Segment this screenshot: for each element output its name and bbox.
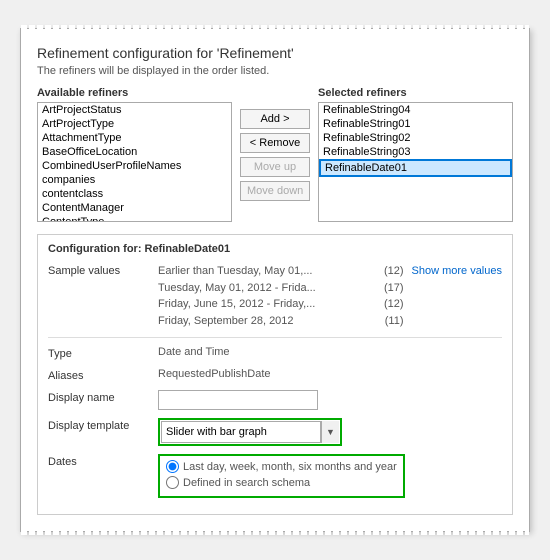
- sample-line: Friday, June 15, 2012 - Friday,... (12): [158, 296, 404, 313]
- sample-line: Tuesday, May 01, 2012 - Frida... (17): [158, 280, 404, 297]
- sample-text: Friday, June 15, 2012 - Friday,...: [158, 296, 315, 313]
- sample-count: (12): [384, 263, 404, 280]
- refiner-selection-section: Available refiners ArtProjectStatus ArtP…: [37, 87, 513, 222]
- sample-text: Tuesday, May 01, 2012 - Frida...: [158, 280, 316, 297]
- available-refiners-box: Available refiners ArtProjectStatus ArtP…: [37, 87, 232, 222]
- dates-wrapper: Last day, week, month, six months and ye…: [158, 454, 405, 498]
- list-item[interactable]: RefinableString04: [319, 103, 512, 117]
- display-template-select[interactable]: Slider with bar graph Multi-value refine…: [161, 421, 321, 443]
- sample-count: (12): [384, 296, 404, 313]
- type-value: Date and Time: [158, 346, 502, 358]
- dates-row: Dates Last day, week, month, six months …: [48, 454, 502, 498]
- dialog-title: Refinement configuration for 'Refinement…: [37, 45, 513, 61]
- list-item[interactable]: RefinableString01: [319, 117, 512, 131]
- list-item[interactable]: RefinableString02: [319, 131, 512, 145]
- display-template-row: Display template Slider with bar graph M…: [48, 418, 502, 446]
- show-more-values-link[interactable]: Show more values: [412, 263, 503, 277]
- list-item[interactable]: ContentType: [38, 215, 231, 222]
- list-item[interactable]: BaseOfficeLocation: [38, 145, 231, 159]
- list-item-selected[interactable]: RefinableDate01: [319, 159, 512, 177]
- sample-count: (11): [385, 313, 404, 330]
- sample-values-list: Earlier than Tuesday, May 01,... (12) Tu…: [158, 263, 404, 329]
- add-button[interactable]: Add >: [240, 109, 310, 129]
- available-refiners-label: Available refiners: [37, 87, 232, 99]
- template-select-wrapper: Slider with bar graph Multi-value refine…: [158, 418, 342, 446]
- config-title: Configuration for: RefinableDate01: [48, 243, 502, 255]
- display-template-label: Display template: [48, 418, 158, 432]
- dates-option1-row: Last day, week, month, six months and ye…: [166, 460, 397, 473]
- refinement-configuration-dialog: Refinement configuration for 'Refinement…: [20, 28, 530, 532]
- move-down-button[interactable]: Move down: [240, 181, 310, 201]
- list-item[interactable]: contentclass: [38, 187, 231, 201]
- available-refiners-listbox[interactable]: ArtProjectStatus ArtProjectType Attachme…: [37, 102, 232, 222]
- sample-text: Friday, September 28, 2012: [158, 313, 294, 330]
- sample-count: (17): [384, 280, 404, 297]
- display-template-value: Slider with bar graph Multi-value refine…: [158, 418, 502, 446]
- dates-option2-row: Defined in search schema: [166, 476, 397, 489]
- type-row: Type Date and Time: [48, 346, 502, 360]
- dates-option2-label: Defined in search schema: [183, 477, 310, 489]
- display-name-row: Display name: [48, 390, 502, 410]
- refiner-action-buttons: Add > < Remove Move up Move down: [240, 87, 310, 222]
- dates-option1-label: Last day, week, month, six months and ye…: [183, 461, 397, 473]
- divider: [48, 337, 502, 338]
- list-item[interactable]: ArtProjectType: [38, 117, 231, 131]
- move-up-button[interactable]: Move up: [240, 157, 310, 177]
- list-item[interactable]: ArtProjectStatus: [38, 103, 231, 117]
- dates-option1-radio[interactable]: [166, 460, 179, 473]
- dialog-subtitle: The refiners will be displayed in the or…: [37, 65, 513, 77]
- remove-button[interactable]: < Remove: [240, 133, 310, 153]
- list-item[interactable]: ContentManager: [38, 201, 231, 215]
- display-name-input[interactable]: [158, 390, 318, 410]
- sample-values-label: Sample values: [48, 263, 158, 277]
- display-name-value: [158, 390, 502, 410]
- dates-options: Last day, week, month, six months and ye…: [158, 454, 502, 498]
- dates-label: Dates: [48, 454, 158, 468]
- type-label: Type: [48, 346, 158, 360]
- list-item[interactable]: CombinedUserProfileNames: [38, 159, 231, 173]
- configuration-section: Configuration for: RefinableDate01 Sampl…: [37, 234, 513, 515]
- selected-refiners-listbox[interactable]: RefinableString04 RefinableString01 Refi…: [318, 102, 513, 222]
- dates-option2-radio[interactable]: [166, 476, 179, 489]
- select-arrow-icon: ▼: [321, 421, 339, 443]
- list-item[interactable]: companies: [38, 173, 231, 187]
- list-item[interactable]: AttachmentType: [38, 131, 231, 145]
- selected-refiners-box: Selected refiners RefinableString04 Refi…: [318, 87, 513, 222]
- sample-line: Friday, September 28, 2012 (11): [158, 313, 404, 330]
- selected-refiners-label: Selected refiners: [318, 87, 513, 99]
- aliases-label: Aliases: [48, 368, 158, 382]
- list-item[interactable]: RefinableString03: [319, 145, 512, 159]
- sample-values-row: Sample values Earlier than Tuesday, May …: [48, 263, 502, 329]
- sample-text: Earlier than Tuesday, May 01,...: [158, 263, 312, 280]
- display-name-label: Display name: [48, 390, 158, 404]
- aliases-value: RequestedPublishDate: [158, 368, 502, 380]
- sample-line: Earlier than Tuesday, May 01,... (12): [158, 263, 404, 280]
- aliases-row: Aliases RequestedPublishDate: [48, 368, 502, 382]
